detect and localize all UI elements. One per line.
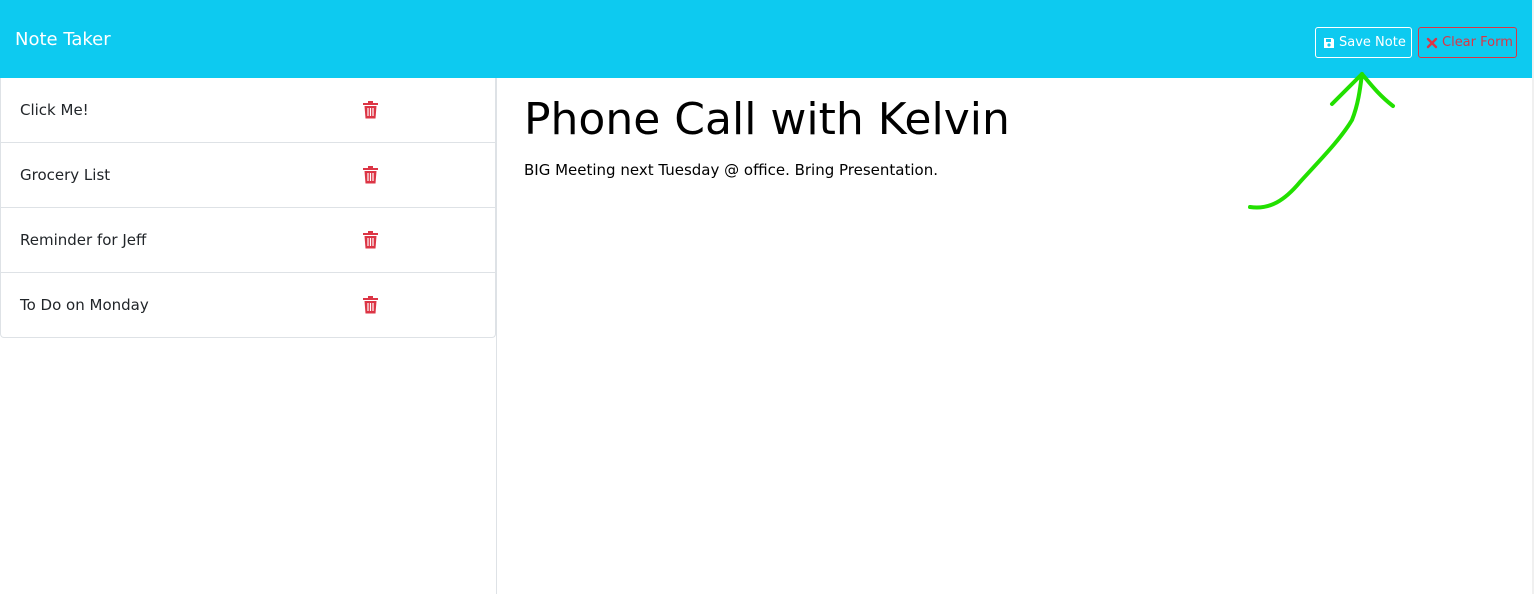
list-item[interactable]: Reminder for Jeff	[0, 208, 496, 273]
save-note-button[interactable]: Save Note	[1315, 27, 1412, 58]
floppy-disk-icon	[1324, 37, 1334, 48]
list-item[interactable]: To Do on Monday	[0, 273, 496, 338]
list-item[interactable]: Grocery List	[0, 143, 496, 208]
clear-form-button[interactable]: Clear Form	[1418, 27, 1517, 58]
list-item[interactable]: Click Me!	[0, 78, 496, 143]
x-mark-icon	[1426, 37, 1438, 48]
note-sidebar: Click Me! Grocery List Reminder for Jeff…	[0, 78, 497, 594]
trash-icon[interactable]	[362, 230, 379, 249]
save-note-label: Save Note	[1339, 35, 1406, 50]
note-title: Click Me!	[20, 101, 89, 119]
clear-form-label: Clear Form	[1442, 35, 1513, 50]
app-brand[interactable]: Note Taker	[15, 28, 111, 52]
navbar: Note Taker Save Note Clear Form	[0, 0, 1532, 78]
note-text-field[interactable]: BIG Meeting next Tuesday @ office. Bring…	[524, 160, 938, 180]
note-title: Grocery List	[20, 166, 111, 184]
note-title: Reminder for Jeff	[20, 231, 147, 249]
trash-icon[interactable]	[362, 165, 379, 184]
note-editor: Phone Call with Kelvin BIG Meeting next …	[497, 78, 1532, 594]
note-list: Click Me! Grocery List Reminder for Jeff…	[0, 78, 496, 338]
note-title: To Do on Monday	[20, 296, 149, 314]
trash-icon[interactable]	[362, 100, 379, 119]
note-title-field[interactable]: Phone Call with Kelvin	[524, 94, 1010, 146]
trash-icon[interactable]	[362, 295, 379, 314]
